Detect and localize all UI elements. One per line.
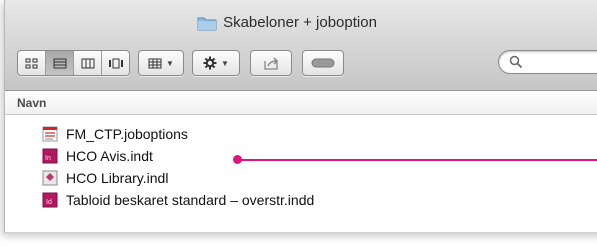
list-item[interactable]: HCO Library.indl [42, 168, 168, 188]
toggle-pill-icon [311, 58, 335, 68]
folder-icon [197, 17, 217, 30]
list-item[interactable]: FM_CTP.joboptions [42, 124, 188, 144]
chevron-down-icon: ▼ [166, 58, 174, 68]
icon-view-icon [25, 58, 38, 68]
magnifier-icon [509, 55, 523, 69]
list-view-button[interactable] [46, 51, 74, 75]
column-view-icon [81, 58, 94, 68]
view-mode-segmented-control [17, 50, 130, 76]
indesign-template-icon: In [42, 148, 58, 164]
toolbar: ▼ ▼ [17, 50, 344, 76]
list-item[interactable]: Id Tabloid beskaret standard – overstr.i… [42, 190, 314, 210]
column-header-name[interactable]: Navn [5, 91, 597, 115]
annotation-pointer [233, 155, 597, 165]
coverflow-view-button[interactable] [102, 51, 129, 75]
joboptions-file-icon [42, 126, 58, 142]
coverflow-view-icon [108, 58, 123, 68]
action-button[interactable]: ▼ [192, 50, 240, 76]
file-name: FM_CTP.joboptions [66, 126, 188, 142]
search-field[interactable] [498, 50, 597, 74]
list-view-icon [53, 58, 66, 68]
window-title: Skabeloner + joboption [5, 14, 597, 31]
column-view-button[interactable] [74, 51, 102, 75]
list-item[interactable]: In HCO Avis.indt [42, 146, 153, 166]
tags-button[interactable] [302, 50, 344, 76]
indesign-library-icon [42, 170, 58, 186]
indesign-document-icon: Id [42, 192, 58, 208]
icon-view-button[interactable] [18, 51, 46, 75]
arrange-button[interactable]: ▼ [138, 50, 184, 76]
column-header-label: Navn [17, 96, 47, 110]
svg-text:Id: Id [46, 199, 52, 206]
share-icon [264, 56, 279, 70]
file-name: HCO Library.indl [66, 170, 169, 186]
arrange-grid-icon [148, 58, 162, 68]
svg-text:In: In [45, 155, 51, 162]
title-bar: Skabeloner + joboption ▼ ▼ [5, 0, 597, 91]
file-name: Tabloid beskaret standard – overstr.indd [66, 192, 315, 208]
gear-icon [203, 56, 217, 70]
chevron-down-icon: ▼ [221, 58, 229, 68]
file-name: HCO Avis.indt [66, 148, 153, 164]
pointer-line [241, 159, 597, 161]
window-title-text: Skabeloner + joboption [223, 14, 377, 31]
share-button[interactable] [250, 50, 292, 76]
